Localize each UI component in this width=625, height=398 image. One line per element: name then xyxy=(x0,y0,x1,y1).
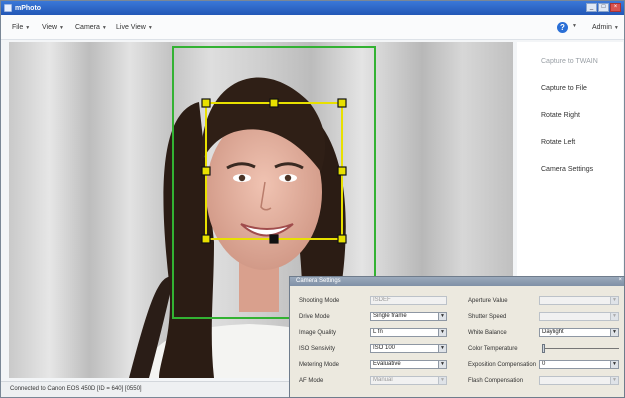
chevron-down-icon: ▼ xyxy=(59,25,64,31)
maximize-button[interactable]: □ xyxy=(598,3,609,12)
chevron-down-icon: ▼ xyxy=(610,297,618,304)
white-balance-select[interactable]: Daylight ▼ xyxy=(539,328,619,337)
app-icon xyxy=(4,4,12,12)
af-mode-label: AF Mode xyxy=(299,378,324,384)
chevron-down-icon[interactable]: ▼ xyxy=(438,345,446,352)
dialog-title: Camera Settings xyxy=(296,278,341,284)
menu-label: Live View xyxy=(116,24,146,31)
field-value: 0 xyxy=(542,361,546,367)
metering-mode-label: Metering Mode xyxy=(299,362,340,368)
iso-sensitivity-select[interactable]: ISO 100 ▼ xyxy=(370,344,447,353)
aperture-value-select: ▼ xyxy=(539,296,619,305)
title-bar: mPhoto _ □ × xyxy=(1,1,624,15)
shooting-mode-field: ISDEF xyxy=(370,296,447,305)
help-icon[interactable]: ? xyxy=(557,22,568,33)
rotate-right-button[interactable]: Rotate Right xyxy=(541,112,580,119)
menu-view[interactable]: View ▼ xyxy=(40,15,66,40)
menu-camera[interactable]: Camera ▼ xyxy=(73,15,109,40)
rotate-left-button[interactable]: Rotate Left xyxy=(541,139,575,146)
chevron-down-icon: ▼ xyxy=(610,377,618,384)
chevron-down-icon: ▼ xyxy=(610,313,618,320)
minimize-button[interactable]: _ xyxy=(586,3,597,12)
slider-thumb[interactable] xyxy=(542,344,545,353)
af-mode-select: Manual ▼ xyxy=(370,376,447,385)
slider-track xyxy=(542,348,619,349)
field-value: Manual xyxy=(373,377,393,383)
shutter-speed-label: Shutter Speed xyxy=(468,314,507,320)
exposure-compensation-label: Exposition Compensation xyxy=(468,362,537,368)
menu-bar: File ▼ View ▼ Camera ▼ Live View ▼ ? ▼ Admin… xyxy=(1,15,624,40)
menu-label: File xyxy=(12,24,24,31)
capture-to-file-button[interactable]: Capture to File xyxy=(541,85,587,92)
field-value: Evaluative xyxy=(373,361,401,367)
chevron-down-icon: ▼ xyxy=(101,25,107,31)
color-temperature-label: Color Temperature xyxy=(468,346,518,352)
window-controls: _ □ × xyxy=(586,3,621,12)
menu-file[interactable]: File ▼ xyxy=(10,15,32,40)
chevron-down-icon[interactable]: ▼ xyxy=(572,23,577,29)
drive-mode-label: Drive Mode xyxy=(299,314,330,320)
menu-live-view[interactable]: Live View ▼ xyxy=(114,15,155,40)
actions-panel: Capture to TWAIN Capture to File Rotate … xyxy=(517,42,623,276)
menu-label: View xyxy=(42,24,58,31)
chevron-down-icon[interactable]: ▼ xyxy=(610,361,618,368)
chevron-down-icon: ▼ xyxy=(25,25,31,31)
menu-label: Camera xyxy=(75,24,100,31)
camera-settings-button[interactable]: Camera Settings xyxy=(541,166,593,173)
flash-compensation-label: Flash Compensation xyxy=(468,378,524,384)
user-label: Admin xyxy=(592,24,612,31)
image-quality-select[interactable]: L fn ▼ xyxy=(370,328,447,337)
user-menu[interactable]: Admin ▼ xyxy=(590,15,621,40)
close-button[interactable]: × xyxy=(610,3,621,12)
color-temperature-slider[interactable] xyxy=(542,344,619,353)
chevron-down-icon: ▼ xyxy=(613,25,619,31)
flash-compensation-select: ▼ xyxy=(539,376,619,385)
image-quality-label: Image Quality xyxy=(299,330,337,336)
white-balance-label: White Balance xyxy=(468,330,507,336)
field-value: L fn xyxy=(373,329,383,335)
chevron-down-icon: ▼ xyxy=(438,377,446,384)
iso-sensitivity-label: ISO Sensivity xyxy=(299,346,336,352)
chevron-down-icon[interactable]: ▼ xyxy=(438,313,446,320)
camera-settings-dialog: Camera Settings × Shooting Mode ISDEF Dr… xyxy=(289,276,625,398)
capture-to-twain-button[interactable]: Capture to TWAIN xyxy=(541,58,598,65)
window-title: mPhoto xyxy=(15,4,42,12)
shutter-speed-select: ▼ xyxy=(539,312,619,321)
connection-status: Connected to Canon EOS 450D [ID = 640] [… xyxy=(10,386,142,392)
chevron-down-icon[interactable]: ▼ xyxy=(438,329,446,336)
aperture-value-label: Aperture Value xyxy=(468,298,508,304)
close-icon[interactable]: × xyxy=(618,277,622,283)
chevron-down-icon: ▼ xyxy=(147,25,153,31)
chevron-down-icon[interactable]: ▼ xyxy=(610,329,618,336)
exposure-compensation-select[interactable]: 0 ▼ xyxy=(539,360,619,369)
shooting-mode-label: Shooting Mode xyxy=(299,298,340,304)
field-value: ISO 100 xyxy=(373,345,396,351)
field-value: Daylight xyxy=(542,329,564,335)
field-value: ISDEF xyxy=(373,297,391,303)
field-value: Single frame xyxy=(373,313,407,319)
drive-mode-select[interactable]: Single frame ▼ xyxy=(370,312,447,321)
chevron-down-icon[interactable]: ▼ xyxy=(438,361,446,368)
metering-mode-select[interactable]: Evaluative ▼ xyxy=(370,360,447,369)
dialog-title-bar[interactable]: Camera Settings × xyxy=(290,277,624,286)
